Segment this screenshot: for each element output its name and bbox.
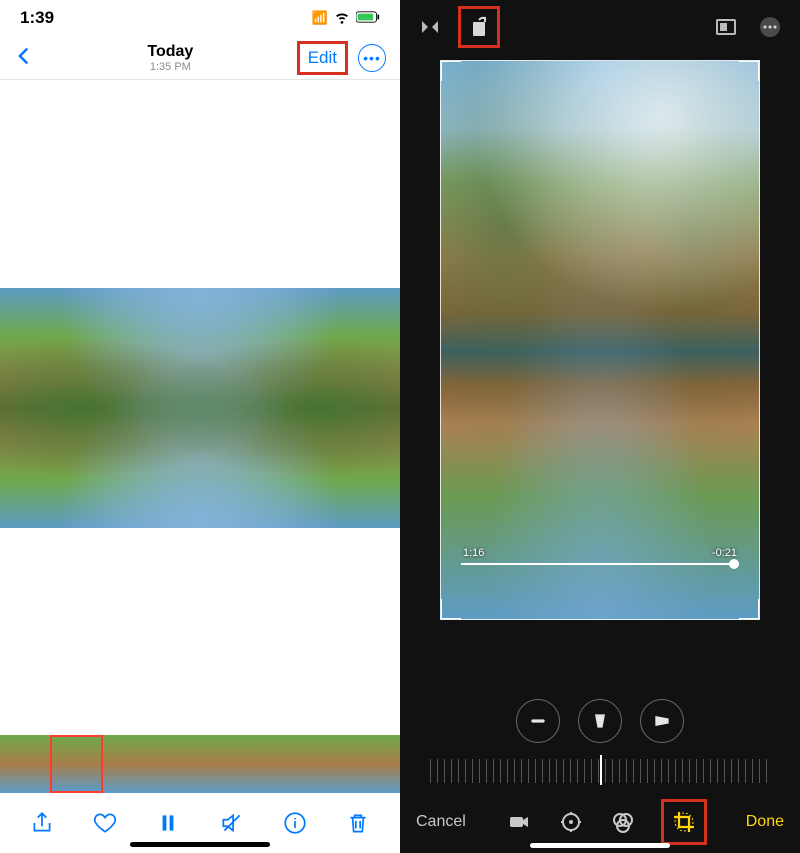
video-scrubber[interactable] [461, 563, 739, 565]
mode-crop-highlight [661, 799, 707, 845]
filmstrip-thumb[interactable] [153, 735, 203, 793]
filmstrip-thumb[interactable] [301, 735, 351, 793]
filmstrip-thumb[interactable] [0, 735, 50, 793]
angle-dial[interactable] [430, 759, 770, 783]
filmstrip[interactable] [0, 735, 400, 793]
crop-frame[interactable]: 1:16 -0:21 [440, 60, 760, 620]
trash-button[interactable] [341, 806, 375, 840]
cellular-icon: 📶 [312, 10, 328, 26]
crop-handle-tr[interactable] [739, 60, 760, 81]
status-indicators: 📶 [312, 9, 380, 28]
adjust-buttons-row [400, 691, 800, 751]
nav-title-area: Today 1:35 PM [44, 43, 297, 73]
rotate-button[interactable] [465, 13, 493, 41]
done-button[interactable]: Done [746, 813, 784, 831]
crop-handle-tl[interactable] [440, 60, 461, 81]
video-preview [0, 288, 400, 528]
filmstrip-thumb[interactable] [202, 735, 252, 793]
crop-handle-bl[interactable] [440, 599, 461, 620]
status-bar: 1:39 📶 [0, 0, 400, 36]
photos-edit-screen: 1:16 -0:21 Cancel [400, 0, 800, 853]
straighten-button[interactable] [516, 699, 560, 743]
aspect-ratio-button[interactable] [712, 13, 740, 41]
more-button[interactable]: ••• [358, 44, 386, 72]
mode-adjust-button[interactable] [557, 808, 585, 836]
edit-top-bar [400, 0, 800, 54]
nav-subtitle: 1:35 PM [44, 61, 297, 73]
perspective-horizontal-button[interactable] [640, 699, 684, 743]
edit-button[interactable]: Edit [297, 41, 348, 75]
scrubber-time-current: 1:16 [463, 547, 484, 559]
filmstrip-thumb[interactable] [252, 735, 302, 793]
back-button[interactable] [14, 42, 44, 73]
home-indicator [530, 843, 670, 848]
favorite-button[interactable] [88, 806, 122, 840]
edit-more-button[interactable] [756, 13, 784, 41]
home-indicator [130, 842, 270, 847]
play-pause-button[interactable] [151, 806, 185, 840]
rotate-button-highlight [458, 6, 500, 48]
wifi-icon [334, 9, 350, 28]
mode-video-button[interactable] [505, 808, 533, 836]
filmstrip-thumb[interactable] [103, 735, 153, 793]
photos-viewer-screen: 1:39 📶 Today 1:35 PM Edit ••• [0, 0, 400, 853]
crop-canvas[interactable]: 1:16 -0:21 [400, 54, 800, 691]
cancel-button[interactable]: Cancel [416, 813, 466, 831]
crop-handle-br[interactable] [739, 599, 760, 620]
filmstrip-thumb[interactable] [351, 735, 401, 793]
status-time: 1:39 [20, 8, 54, 28]
flip-horizontal-button[interactable] [416, 13, 444, 41]
angle-dial-row[interactable] [400, 751, 800, 791]
filmstrip-thumb-selected[interactable] [50, 735, 104, 793]
mode-filters-button[interactable] [609, 808, 637, 836]
main-media-area[interactable] [0, 80, 400, 735]
share-button[interactable] [25, 806, 59, 840]
mute-button[interactable] [215, 806, 249, 840]
battery-icon [356, 11, 380, 26]
mode-crop-button[interactable] [670, 808, 698, 836]
perspective-vertical-button[interactable] [578, 699, 622, 743]
nav-bar: Today 1:35 PM Edit ••• [0, 36, 400, 80]
scrubber-time-remaining: -0:21 [712, 547, 737, 559]
nav-title: Today [44, 43, 297, 61]
info-button[interactable] [278, 806, 312, 840]
